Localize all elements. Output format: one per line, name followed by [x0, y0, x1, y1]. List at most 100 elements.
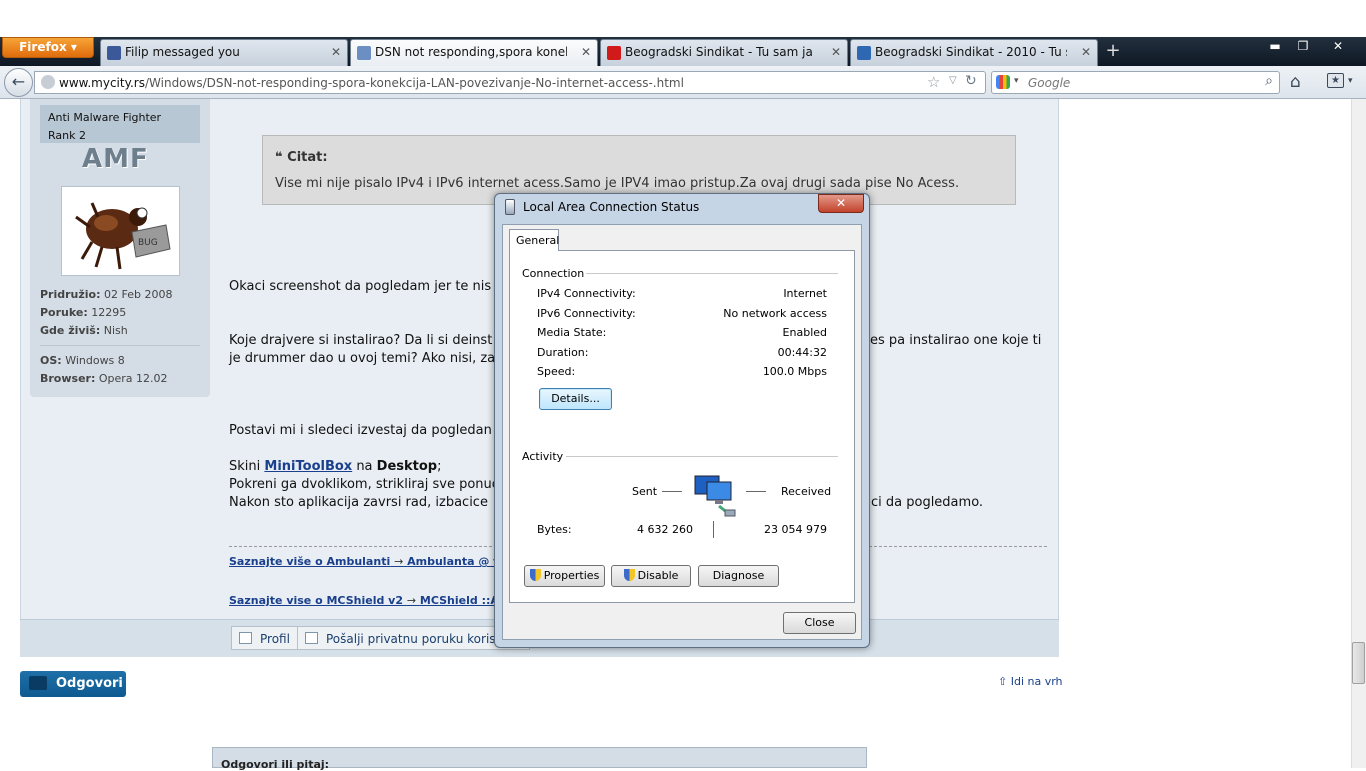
quote-mark-icon: ❝ — [275, 150, 283, 165]
desktop-top-strip — [0, 0, 1366, 37]
bookmark-star-icon[interactable]: ☆ — [927, 73, 940, 91]
post-paragraph: Nakon sto aplikacija zavrsi rad, izbacic… — [229, 495, 488, 510]
reply-button[interactable]: Odgovori — [20, 671, 126, 697]
blue-favicon-icon — [857, 46, 871, 60]
received-line — [746, 491, 766, 492]
facebook-favicon-icon — [107, 46, 121, 60]
site-identity-icon[interactable] — [41, 75, 55, 89]
joined-info: Pridružio: 02 Feb 2008 — [40, 288, 173, 301]
history-dropdown-icon[interactable]: ▽ — [949, 75, 957, 86]
post-paragraph: es pa instalirao one koje ti — [870, 333, 1042, 348]
minimize-window-icon[interactable]: ▬ — [1262, 37, 1288, 56]
red-favicon-icon — [607, 46, 621, 60]
mycity-favicon-icon — [357, 46, 371, 60]
speed-label: Speed: — [537, 365, 576, 378]
speed-value: 100.0 Mbps — [762, 365, 827, 378]
user-rank-box: Anti Malware Fighter Rank 2 — [40, 105, 200, 143]
signature-line-1: Saznajte više o Ambulanti → Ambulanta @ … — [229, 555, 512, 568]
reload-icon[interactable]: ↻ — [965, 73, 977, 89]
network-computers-icon — [693, 472, 739, 518]
profile-icon — [239, 632, 252, 644]
uac-shield-icon — [623, 569, 635, 581]
disable-button[interactable]: Disable — [611, 565, 691, 587]
close-window-icon[interactable]: ✕ — [1318, 37, 1358, 56]
profile-button[interactable]: Profil — [231, 626, 299, 650]
duration-value: 00:44:32 — [777, 346, 827, 359]
divider — [586, 273, 838, 274]
speech-bubble-icon — [29, 676, 47, 690]
divider — [40, 345, 200, 346]
sent-label: Sent — [632, 485, 658, 498]
post-paragraph: Koje drajvere si instalirao? Da li si de… — [229, 333, 493, 348]
new-tab-button[interactable]: + — [1100, 40, 1126, 64]
browser-info: Browser: Opera 12.02 — [40, 372, 168, 385]
properties-button[interactable]: Properties — [524, 565, 605, 587]
post-paragraph: Postavi mi i sledeci izvestaj da pogleda… — [229, 423, 492, 438]
firefox-menu-button[interactable]: Firefox ▾ — [2, 37, 94, 58]
general-tab-panel — [509, 250, 855, 603]
bytes-received-value: 23 054 979 — [764, 523, 827, 536]
dialog-title: Local Area Connection Status — [523, 200, 700, 214]
bytes-label: Bytes: — [537, 523, 572, 536]
back-to-top-link[interactable]: ⇧ Idi na vrh — [998, 675, 1063, 688]
post-paragraph: Pokreni ga dvoklikom, strikliraj sve pon… — [229, 477, 499, 492]
avatar: BUG — [61, 186, 180, 276]
tab-beogradski-sindikat-2[interactable]: Beogradski Sindikat - 2010 - Tu sam j...… — [850, 39, 1098, 66]
download-instruction: Skini MiniToolBox na Desktop; — [229, 459, 442, 474]
bookmarks-dropdown-icon[interactable]: ▾ — [1348, 76, 1353, 86]
network-adapter-icon — [505, 199, 515, 215]
minitoolbox-link[interactable]: MiniToolBox — [264, 459, 352, 474]
media-state-value: Enabled — [782, 326, 827, 339]
url-bar[interactable]: www.mycity.rs/Windows/DSN-not-responding… — [34, 71, 986, 94]
tab-beogradski-sindikat-1[interactable]: Beogradski Sindikat - Tu sam ja - MP... … — [600, 39, 848, 66]
diagnose-button[interactable]: Diagnose — [698, 565, 779, 587]
sent-line — [662, 491, 682, 492]
received-label: Received — [781, 485, 832, 498]
ipv6-label: IPv6 Connectivity: — [537, 307, 636, 320]
activity-group-label: Activity — [522, 450, 564, 463]
back-button[interactable]: ← — [4, 68, 33, 97]
engine-dropdown-icon[interactable]: ▾ — [1014, 76, 1019, 86]
uac-shield-icon — [529, 569, 541, 581]
duration-label: Duration: — [537, 346, 589, 359]
location-info: Gde živiš: Nish — [40, 324, 128, 337]
close-icon: ✕ — [835, 196, 847, 210]
tab-facebook[interactable]: Filip messaged you ✕ — [100, 39, 348, 66]
quote-header: ❝ Citat: — [275, 150, 328, 165]
dialog-close-button[interactable]: ✕ — [818, 194, 864, 213]
google-engine-icon[interactable] — [996, 75, 1010, 89]
ambulanta-link[interactable]: Saznajte više o Ambulanti — [229, 555, 390, 568]
divider — [566, 456, 838, 457]
scrollbar-thumb[interactable] — [1352, 642, 1365, 684]
home-icon[interactable]: ⌂ — [1290, 72, 1301, 92]
tab-general[interactable]: General — [509, 229, 559, 251]
amf-badge-logo: AMF — [82, 144, 149, 174]
signature-line-2: Saznajte vise o MCShield v2 → MCShield :… — [229, 594, 532, 607]
close-tab-icon[interactable]: ✕ — [831, 45, 841, 59]
ipv4-label: IPv4 Connectivity: — [537, 287, 636, 300]
envelope-icon — [305, 632, 318, 644]
bytes-sent-value: 4 632 260 — [637, 523, 693, 536]
search-bar[interactable]: ▾ Google ⌕ — [991, 71, 1280, 94]
os-info: OS: Windows 8 — [40, 354, 125, 367]
back-arrow-icon: ← — [11, 72, 26, 91]
close-tab-icon[interactable]: ✕ — [1081, 45, 1091, 59]
tab-dsn-active[interactable]: DSN not responding,spora konekcija,... ✕ — [350, 39, 598, 66]
posts-info: Poruke: 12295 — [40, 306, 127, 319]
post-paragraph: je drummer dao u ovoj temi? Ako nisi, za — [229, 351, 496, 366]
search-icon[interactable]: ⌕ — [1265, 73, 1273, 89]
restore-window-icon[interactable]: ❐ — [1290, 37, 1316, 56]
bookmarks-menu-icon[interactable]: ★ — [1327, 73, 1344, 88]
close-tab-icon[interactable]: ✕ — [581, 45, 591, 59]
ipv4-value: Internet — [783, 287, 827, 300]
details-button[interactable]: Details... — [539, 388, 612, 410]
close-tab-icon[interactable]: ✕ — [331, 45, 341, 59]
arrow-up-icon: ⇧ — [998, 675, 1008, 688]
reply-panel-header: Odgovori ili pitaj: — [212, 747, 867, 771]
connection-group-label: Connection — [522, 267, 585, 280]
media-state-label: Media State: — [537, 326, 607, 339]
mcshield-link[interactable]: Saznajte vise o MCShield v2 — [229, 594, 403, 607]
bytes-divider — [713, 521, 714, 538]
close-button[interactable]: Close — [783, 612, 856, 634]
post-paragraph: Okaci screenshot da pogledam jer te nis — [229, 279, 492, 294]
